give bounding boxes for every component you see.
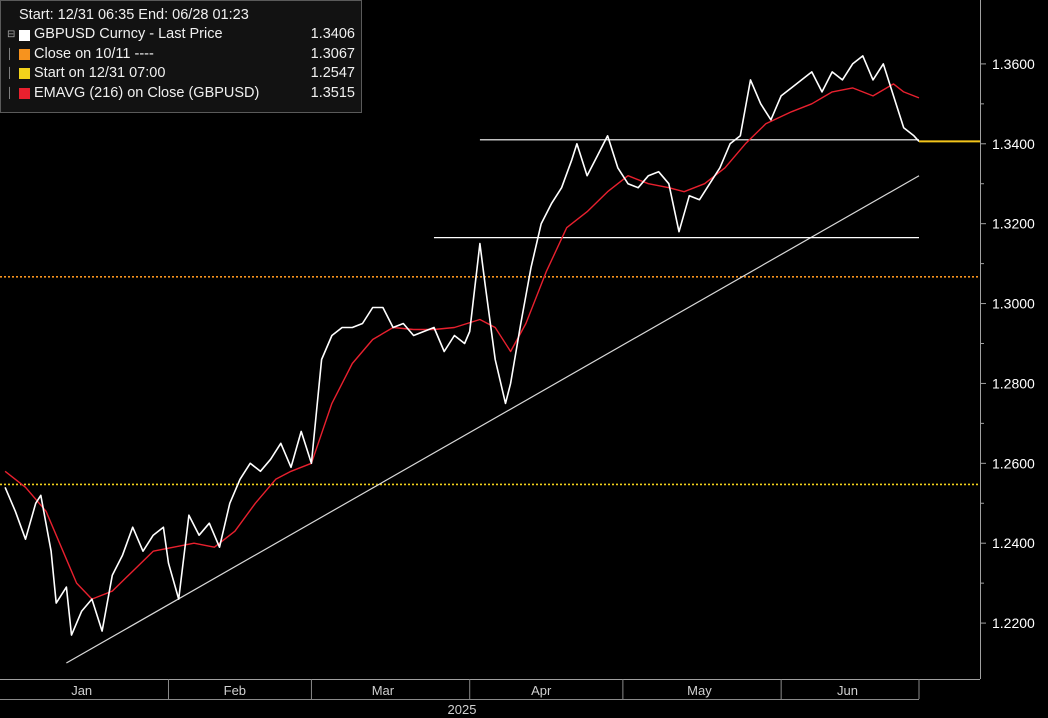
legend-value: 1.3406	[310, 26, 355, 43]
legend-value: 1.3067	[310, 45, 355, 62]
x-tick-label-2: Mar	[372, 683, 395, 698]
reference-lines	[0, 275, 980, 486]
legend-item-2: │ Start on 12/31 07:00 1.2547	[7, 64, 355, 83]
x-tick-label-0: Jan	[71, 683, 92, 698]
legend-swatch	[19, 48, 30, 60]
x-tick-label-1: Feb	[224, 683, 246, 698]
legend-label: Close on 10/11 ----	[34, 45, 154, 62]
legend-swatch	[19, 68, 30, 80]
y-tick-label-3: 1.2800	[992, 375, 1035, 391]
annotation-lines	[66, 139, 920, 664]
y-tick-label-2: 1.2600	[992, 455, 1035, 471]
legend-toggle-icon: │	[7, 48, 14, 60]
legend-value: 1.3515	[310, 84, 355, 101]
trendline-0	[66, 175, 920, 664]
x-axis: Jan Feb Mar Apr May Jun	[0, 679, 920, 700]
x-tick-label-4: May	[687, 683, 712, 698]
legend-swatch	[19, 29, 30, 41]
x-axis-year-label: 2025	[448, 702, 477, 717]
legend-label: EMAVG (216) on Close (GBPUSD)	[34, 84, 260, 101]
y-axis: 1.2200 1.2400 1.2600 1.2800 1.3000 1.3200 1.34…	[980, 56, 1035, 631]
legend-label: Start on 12/31 07:00	[34, 65, 166, 82]
legend-toggle-icon: ⊟	[7, 29, 16, 41]
y-tick-label-5: 1.3200	[992, 216, 1035, 232]
y-tick-label-1: 1.2400	[992, 535, 1035, 551]
series-line-0	[4, 55, 920, 636]
legend-label: GBPUSD Curncy - Last Price	[34, 26, 223, 43]
legend-toggle-icon: │	[7, 87, 14, 99]
y-tick-label-4: 1.3000	[992, 296, 1035, 312]
legend-value: 1.2547	[310, 65, 355, 82]
legend-swatch	[19, 87, 30, 99]
legend-item-0: ⊟ GBPUSD Curncy - Last Price 1.3406	[7, 25, 355, 44]
legend-date-range: Start: 12/31 06:35 End: 06/28 01:23	[19, 7, 249, 23]
legend-panel: Start: 12/31 06:35 End: 06/28 01:23 ⊟ GBP…	[0, 0, 362, 113]
legend-items: ⊟ GBPUSD Curncy - Last Price 1.3406 │ Close …	[7, 25, 355, 103]
y-tick-label-6: 1.3400	[992, 136, 1035, 152]
y-tick-label-0: 1.2200	[992, 615, 1035, 631]
y-tick-label-7: 1.3600	[992, 56, 1035, 72]
x-tick-label-3: Apr	[531, 683, 552, 698]
legend-toggle-icon: │	[7, 68, 14, 80]
series-lines	[4, 55, 980, 636]
x-tick-label-5: Jun	[837, 683, 858, 698]
legend-item-3: │ EMAVG (216) on Close (GBPUSD) 1.3515	[7, 84, 355, 103]
legend-item-1: │ Close on 10/11 ---- 1.3067	[7, 45, 355, 64]
